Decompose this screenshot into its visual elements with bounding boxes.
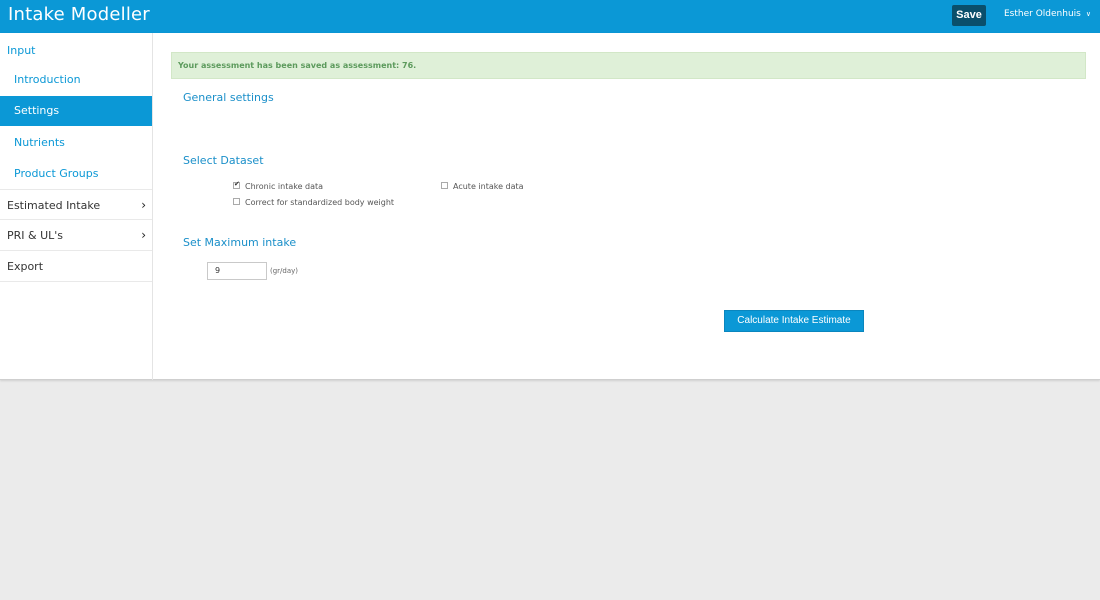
sidebar-item-label: Export <box>7 260 44 273</box>
select-dataset-title: Select Dataset <box>183 154 264 167</box>
chronic-intake-checkbox[interactable] <box>233 180 240 189</box>
sidebar-item-label: Estimated Intake <box>7 199 101 212</box>
chronic-intake-option[interactable]: Chronic intake data <box>233 180 324 191</box>
sidebar-item-settings[interactable]: Settings <box>0 96 152 126</box>
sidebar-item-nutrients[interactable]: Nutrients <box>0 131 152 154</box>
sidebar-item-input[interactable]: Input <box>0 42 152 60</box>
acute-intake-option[interactable]: Acute intake data <box>441 182 524 191</box>
chevron-right-icon: › <box>141 198 146 212</box>
correct-body-weight-checkbox[interactable] <box>233 198 240 205</box>
sidebar: Input Introduction Settings Nutrients Pr… <box>0 33 153 380</box>
max-intake-input[interactable]: 9 <box>207 262 267 280</box>
main-content: Your assessment has been saved as assess… <box>153 33 1100 380</box>
sidebar-item-export[interactable]: Export <box>0 251 152 282</box>
user-menu[interactable]: Esther Oldenhuis ∨ <box>1004 9 1091 19</box>
chevron-right-icon: › <box>141 228 146 242</box>
correct-body-weight-label: Correct for standardized body weight <box>245 198 395 207</box>
user-name: Esther Oldenhuis <box>1004 9 1081 19</box>
app-area: Input Introduction Settings Nutrients Pr… <box>0 33 1100 380</box>
acute-intake-checkbox[interactable] <box>441 182 448 189</box>
sidebar-item-product-groups[interactable]: Product Groups <box>0 162 152 185</box>
chronic-intake-label: Chronic intake data <box>245 182 324 191</box>
app-title: Intake Modeller <box>8 4 150 25</box>
success-alert: Your assessment has been saved as assess… <box>171 52 1086 79</box>
sidebar-item-pri-ul[interactable]: PRI & UL's › <box>0 220 152 251</box>
sidebar-item-estimated-intake[interactable]: Estimated Intake › <box>0 189 152 220</box>
chevron-down-icon: ∨ <box>1085 10 1091 18</box>
general-settings-title: General settings <box>183 91 274 104</box>
set-max-intake-title: Set Maximum intake <box>183 236 297 249</box>
save-button[interactable]: Save <box>952 5 986 26</box>
acute-intake-label: Acute intake data <box>453 182 524 191</box>
top-navbar: Intake Modeller Save Esther Oldenhuis ∨ <box>0 0 1100 33</box>
calculate-intake-button[interactable]: Calculate Intake Estimate <box>724 310 864 332</box>
sidebar-item-introduction[interactable]: Introduction <box>0 68 152 91</box>
max-intake-unit: (gr/day) <box>270 267 299 275</box>
sidebar-item-label: PRI & UL's <box>7 229 64 242</box>
correct-body-weight-option[interactable]: Correct for standardized body weight <box>233 198 394 207</box>
